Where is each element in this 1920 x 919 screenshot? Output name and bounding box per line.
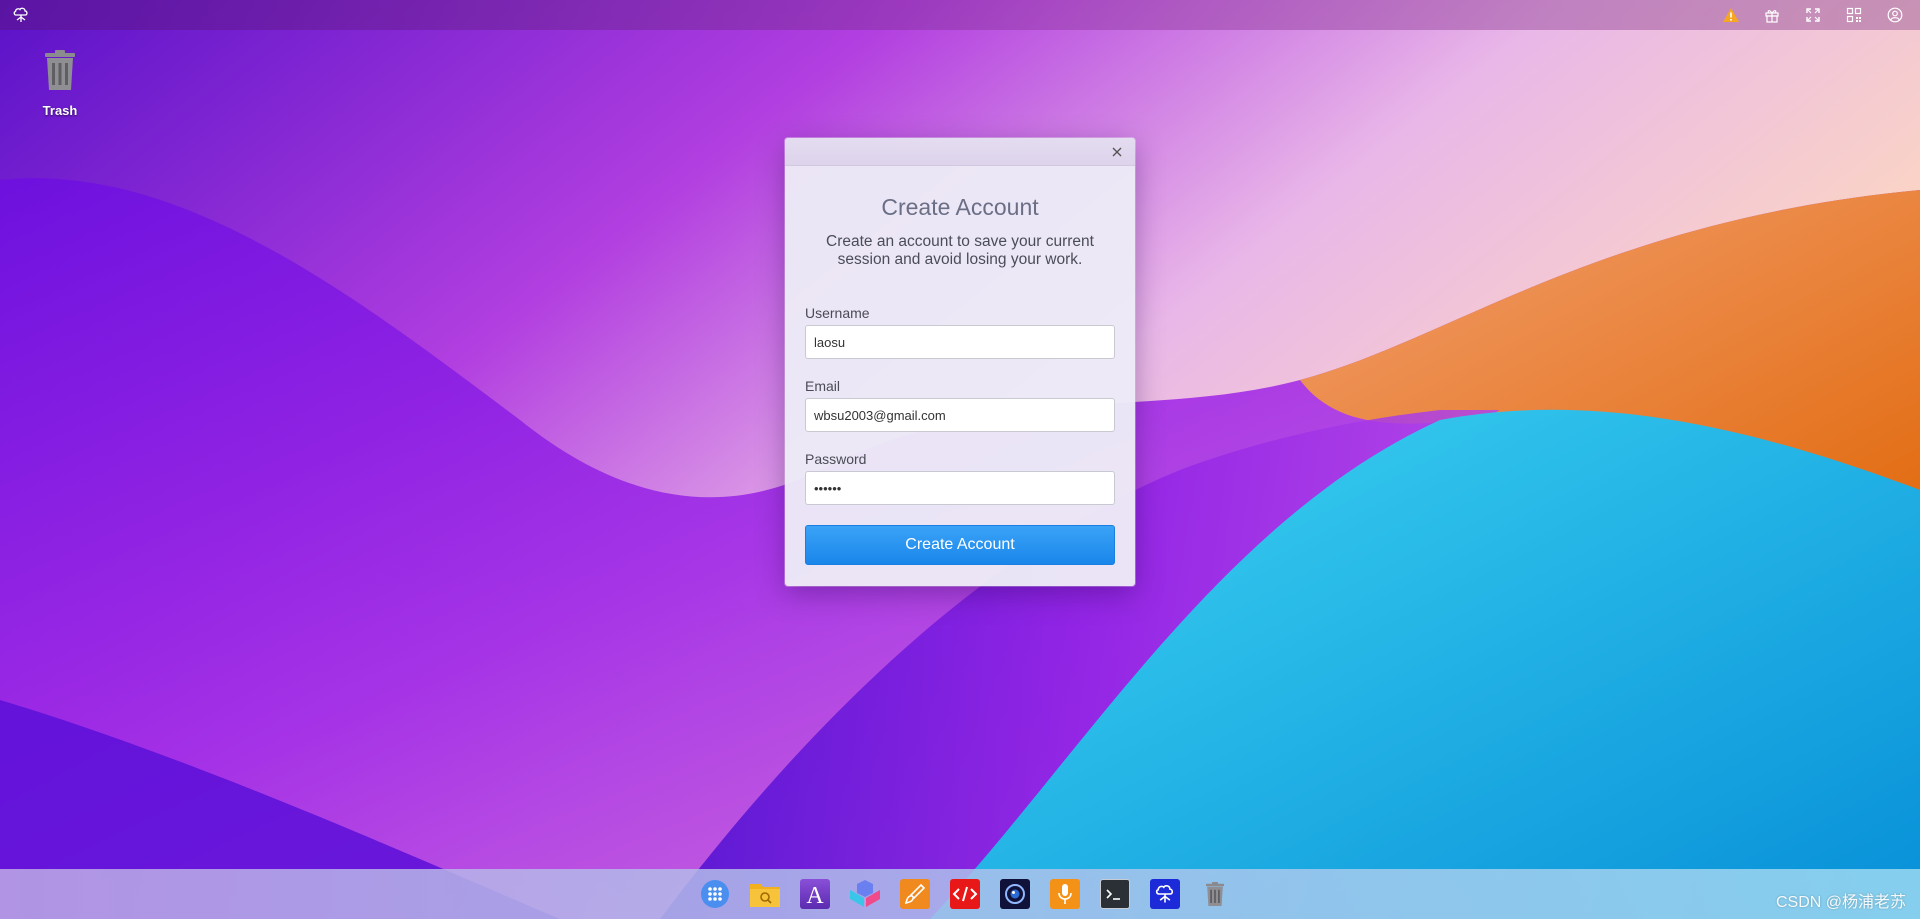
user-icon[interactable] bbox=[1882, 2, 1908, 28]
code-editor-icon[interactable] bbox=[940, 874, 990, 914]
svg-text:A: A bbox=[806, 883, 824, 906]
create-account-button[interactable]: Create Account bbox=[805, 525, 1115, 565]
email-label: Email bbox=[805, 378, 841, 394]
desktop-item-label: Trash bbox=[42, 103, 78, 118]
watermark: CSDN @杨浦老苏 bbox=[1775, 894, 1906, 911]
camera-icon[interactable] bbox=[990, 874, 1040, 914]
paint-brush-icon[interactable] bbox=[890, 874, 940, 914]
font-editor-icon[interactable]: A bbox=[790, 874, 840, 914]
cloud-tree-logo-icon[interactable] bbox=[12, 6, 30, 24]
username-label: Username bbox=[805, 305, 870, 321]
fullscreen-icon[interactable] bbox=[1800, 2, 1826, 28]
file-explorer-icon[interactable] bbox=[740, 874, 790, 914]
close-icon[interactable] bbox=[1109, 144, 1125, 160]
email-input[interactable] bbox=[805, 398, 1115, 432]
dock: A bbox=[690, 874, 1240, 914]
password-input[interactable] bbox=[805, 471, 1115, 505]
taskbar: A bbox=[0, 869, 1920, 919]
gift-icon[interactable] bbox=[1759, 2, 1785, 28]
email-group: Email bbox=[805, 378, 1115, 432]
trash-icon bbox=[40, 48, 80, 97]
warning-icon[interactable] bbox=[1718, 2, 1744, 28]
recorder-icon[interactable] bbox=[1040, 874, 1090, 914]
top-bar bbox=[0, 0, 1920, 30]
cloud-tree-app-icon[interactable] bbox=[1140, 874, 1190, 914]
terminal-icon[interactable] bbox=[1090, 874, 1140, 914]
password-group: Password bbox=[805, 451, 1115, 505]
username-group: Username bbox=[805, 305, 1115, 359]
app-launcher-icon[interactable] bbox=[690, 874, 740, 914]
trash-icon[interactable] bbox=[1190, 874, 1240, 914]
cubes-app-icon[interactable] bbox=[840, 874, 890, 914]
qr-code-icon[interactable] bbox=[1841, 2, 1867, 28]
username-input[interactable] bbox=[805, 325, 1115, 359]
dialog-titlebar[interactable] bbox=[785, 138, 1135, 166]
dialog-title: Create Account bbox=[881, 194, 1039, 220]
password-label: Password bbox=[805, 451, 867, 467]
desktop-trash[interactable]: Trash bbox=[30, 48, 90, 118]
create-account-dialog: Create Account Create an account to save… bbox=[785, 138, 1135, 586]
dialog-description: Create an account to save your current s… bbox=[826, 233, 1094, 268]
